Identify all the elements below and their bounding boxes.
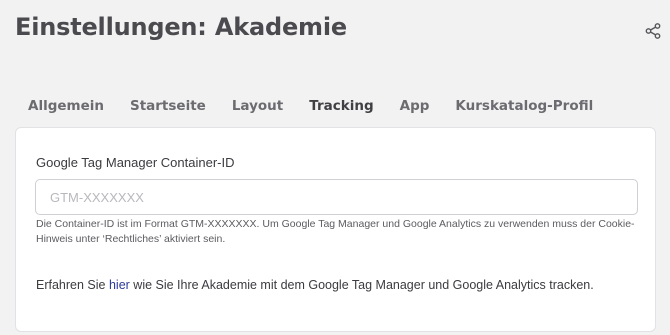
info-link-hier[interactable]: hier [109,278,130,292]
info-suffix: wie Sie Ihre Akademie mit dem Google Tag… [129,278,594,292]
tracking-info-text: Erfahren Sie hier wie Sie Ihre Akademie … [36,278,594,292]
tab-app[interactable]: App [400,98,430,114]
page-title: Einstellungen: Akademie [15,13,347,41]
gtm-help-text: Die Container-ID ist im Format GTM-XXXXX… [36,218,635,245]
gtm-container-id-input[interactable] [35,179,638,215]
tab-kurskatalog-profil[interactable]: Kurskatalog-Profil [455,98,593,114]
tab-allgemein[interactable]: Allgemein [28,98,104,114]
share-icon [645,23,661,39]
tab-tracking[interactable]: Tracking [309,98,373,114]
tab-layout[interactable]: Layout [232,98,283,114]
info-prefix: Erfahren Sie [36,278,109,292]
settings-tabs: Allgemein Startseite Layout Tracking App… [28,98,619,114]
share-button[interactable] [644,22,662,40]
tracking-panel: Google Tag Manager Container-ID Die Cont… [15,127,656,332]
tab-startseite[interactable]: Startseite [130,98,206,114]
gtm-container-id-label: Google Tag Manager Container-ID [36,155,235,170]
